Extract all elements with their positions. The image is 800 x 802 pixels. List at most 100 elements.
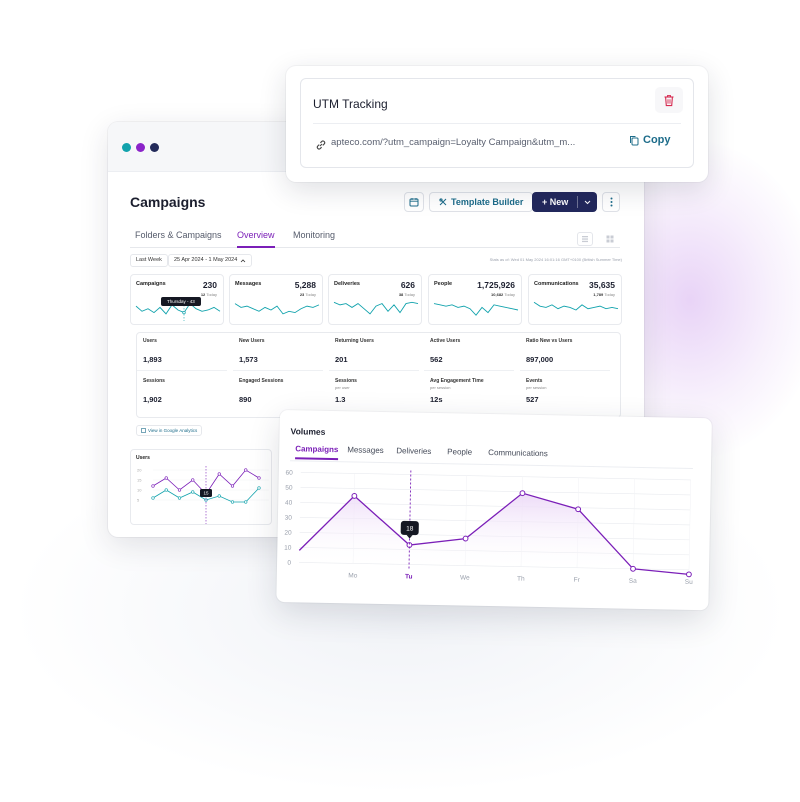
metric-card-campaigns[interactable]: Campaigns 230 12 Today Thursday - 43 — [130, 274, 224, 325]
volumes-xtick-label: Mo — [348, 572, 358, 579]
view-in-google-analytics-link[interactable]: View in Google Analytics — [136, 425, 203, 436]
users-series-point — [151, 496, 155, 500]
calendar-icon — [409, 198, 419, 207]
analytics-cell: Users 1,893 — [137, 333, 227, 371]
sparkline-people — [433, 303, 519, 316]
analytics-cell: Ratio New vs Users 897,000 — [520, 333, 610, 371]
copy-icon — [630, 135, 639, 145]
copy-button[interactable]: Copy — [629, 134, 671, 146]
sparkline-tooltip: Thursday - 43 — [161, 297, 201, 306]
volumes-ytick-label: 30 — [285, 515, 293, 522]
volumes-gridline — [300, 487, 691, 496]
volumes-data-point — [519, 490, 526, 497]
template-builder-button[interactable]: Template Builder — [429, 192, 534, 212]
campaign-tabs: Folders & Campaigns Overview Monitoring — [130, 226, 620, 248]
metric-today: 10,682 Today — [491, 292, 515, 297]
new-dropdown-toggle[interactable] — [578, 200, 597, 205]
new-button[interactable]: + New — [532, 192, 597, 212]
analytics-cell: Sessions 1,902 — [143, 378, 165, 404]
users-series-point — [257, 486, 261, 490]
analytics-cell: Active Users 562 — [424, 333, 514, 371]
date-range-select[interactable]: 25 Apr 2024 - 1 May 2024 — [168, 254, 253, 267]
metric-card-deliveries[interactable]: Deliveries 626 38 Today — [328, 274, 422, 325]
volumes-data-point — [575, 506, 582, 513]
volumes-xtick-label: Su — [685, 579, 693, 586]
delete-button[interactable] — [655, 87, 683, 113]
sparkline-deliveries — [333, 301, 419, 315]
volumes-tab-messages[interactable]: Messages — [347, 445, 384, 455]
analytics-cell: Engaged Sessions 890 — [239, 378, 284, 404]
stats-timestamp: Stats as of: Wed 01 May 2024 16:01:16 GM… — [489, 257, 622, 262]
metric-today: 12 Today — [200, 292, 217, 297]
users-series-point — [217, 472, 221, 476]
metric-value: 1,725,926 — [477, 280, 515, 290]
google-analytics-link-label: View in Google Analytics — [148, 428, 198, 433]
window-dot-purple[interactable] — [136, 143, 145, 152]
utm-tracking-panel: UTM Tracking apteco.com/?utm_campaign=Lo… — [300, 78, 694, 168]
sparkline-line — [533, 301, 619, 311]
analytics-cell: Returning Users 201 — [329, 333, 419, 371]
users-series-point — [244, 500, 248, 504]
volumes-xtick-label: Fr — [574, 577, 581, 584]
calendar-button[interactable] — [404, 192, 424, 212]
metric-card-messages[interactable]: Messages 5,288 23 Today — [229, 274, 323, 325]
sparkline-marker-point — [182, 310, 186, 315]
volumes-tooltip-label: 18 — [406, 525, 414, 532]
template-icon — [439, 198, 447, 206]
metric-label: Campaigns — [136, 281, 166, 287]
users-ytick-label: 5 — [137, 498, 140, 503]
volumes-card: Volumes Campaigns Messages Deliveries Pe… — [276, 410, 712, 611]
window-dot-teal[interactable] — [122, 143, 131, 152]
analytics-cell: Events per session 527 — [526, 378, 547, 404]
more-options-button[interactable] — [602, 192, 620, 212]
users-ytick-label: 10 — [137, 488, 142, 493]
analytics-cell: Avg Engagement Time per session 12s — [430, 378, 484, 404]
metric-label: Communications — [534, 281, 579, 287]
users-series-point — [177, 496, 182, 500]
metric-value: 5,288 — [294, 280, 316, 290]
list-view-icon — [582, 236, 588, 243]
sparkline-line — [234, 303, 320, 315]
sparkline-line — [433, 303, 519, 316]
volumes-ytick-label: 60 — [285, 470, 293, 477]
users-series-point — [230, 484, 235, 488]
users-series-point — [177, 488, 182, 492]
utm-url[interactable]: apteco.com/?utm_campaign=Loyalty Campaig… — [331, 137, 575, 148]
users-chart-title: Users — [136, 455, 150, 461]
grid-view-toggle[interactable] — [602, 232, 618, 246]
list-view-toggle[interactable] — [577, 232, 593, 246]
copy-label: Copy — [643, 134, 671, 146]
users-tooltip-label: 15 — [203, 491, 209, 496]
metric-today: 1,789 Today — [593, 292, 615, 297]
tab-monitoring[interactable]: Monitoring — [293, 230, 335, 246]
sparkline-communications — [533, 301, 619, 311]
sparkline-messages — [234, 303, 320, 315]
users-series-point — [191, 490, 195, 494]
utm-tracking-card: UTM Tracking apteco.com/?utm_campaign=Lo… — [286, 66, 708, 182]
tab-overview[interactable]: Overview — [237, 230, 275, 248]
date-range-label: 25 Apr 2024 - 1 May 2024 — [174, 257, 238, 263]
metric-card-people[interactable]: People 1,725,926 10,682 Today — [428, 274, 522, 325]
tab-folders-campaigns[interactable]: Folders & Campaigns — [135, 230, 222, 246]
volumes-tab-communications[interactable]: Communications — [488, 448, 548, 458]
volumes-tab-people[interactable]: People — [447, 447, 472, 456]
users-series-point — [217, 494, 221, 498]
link-icon — [316, 140, 326, 150]
users-ytick-label: 20 — [137, 468, 142, 473]
chevron-down-icon — [584, 200, 591, 204]
period-select[interactable]: Last Week — [130, 254, 168, 267]
metric-value: 230 — [202, 280, 217, 290]
volumes-tab-campaigns[interactable]: Campaigns — [295, 444, 339, 461]
volumes-data-point — [351, 493, 358, 499]
volumes-tab-deliveries[interactable]: Deliveries — [396, 446, 431, 456]
metric-label: Deliveries — [334, 281, 360, 287]
metric-card-communications[interactable]: Communications 35,635 1,789 Today — [528, 274, 622, 325]
users-series-point — [257, 476, 261, 480]
users-series-point — [164, 476, 168, 480]
metric-today: 23 Today — [299, 292, 316, 297]
volumes-ytick-label: 50 — [285, 485, 293, 492]
window-dot-navy[interactable] — [150, 143, 159, 152]
template-builder-label: Template Builder — [451, 197, 524, 207]
volumes-ytick-label: 10 — [284, 545, 292, 552]
volumes-tooltip-pointer — [406, 534, 413, 539]
